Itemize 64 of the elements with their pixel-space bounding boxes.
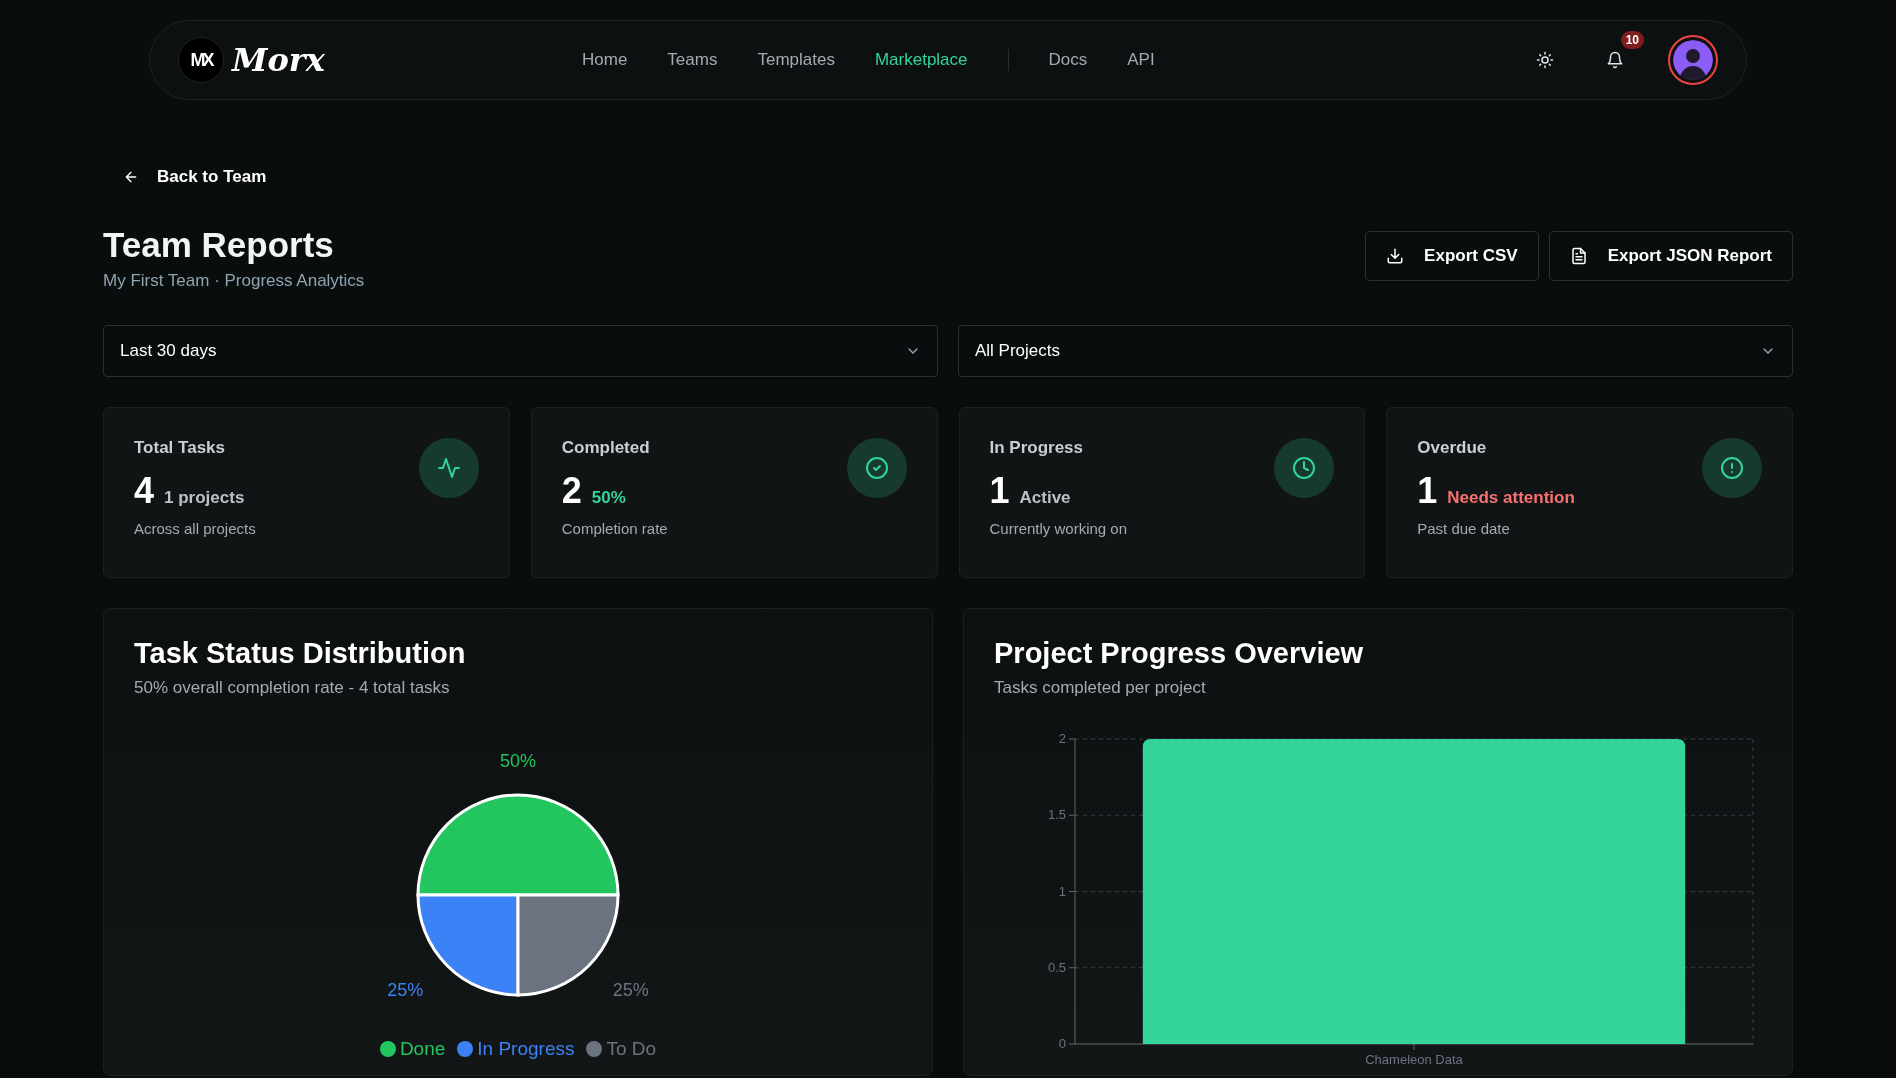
sun-icon [1536, 51, 1554, 69]
nav-link[interactable]: Marketplace [874, 50, 968, 70]
document-icon [1569, 247, 1588, 265]
dropdown[interactable]: Last 30 days [103, 325, 938, 377]
legend-dot [586, 1041, 603, 1057]
stat-note: 1 projects [164, 488, 245, 508]
stat-caption: Completion rate [561, 520, 668, 537]
legend-dot [457, 1041, 474, 1057]
y-tick: 0.5 [1047, 959, 1076, 975]
chart-title: Project Progress Overview [994, 637, 1365, 670]
download-icon [1386, 247, 1405, 265]
y-tick-label: 1.5 [1047, 807, 1066, 823]
legend-dot [379, 1041, 396, 1057]
legend-label: Done [399, 1038, 446, 1060]
nav-link[interactable]: Templates [757, 50, 835, 70]
back-link[interactable]: Back to Team [103, 157, 287, 197]
x-tick: Chameleon Data [1365, 1043, 1463, 1067]
y-tick-label: 0.5 [1047, 959, 1066, 975]
data-label: 50% [500, 751, 536, 771]
chart-subtitle: 50% overall completion rate - 4 total tasks [134, 678, 451, 698]
stat-caption: Across all projects [134, 520, 256, 537]
stat-caption: Past due date [1417, 520, 1511, 537]
nav-link[interactable]: Docs [1048, 50, 1088, 70]
bell-icon [1606, 51, 1624, 69]
logo-icon[interactable]: MX [178, 37, 224, 83]
export-button[interactable]: Export JSON Report [1548, 231, 1793, 281]
stat-note: 50% [591, 488, 626, 508]
data-label: 25% [387, 979, 424, 1000]
export-button[interactable]: Export CSV [1365, 231, 1539, 281]
page-title: Team Reports [103, 225, 335, 265]
nav-link[interactable]: Home [582, 50, 628, 70]
x-tick-label: Chameleon Data [1365, 1052, 1464, 1067]
stat-note: Needs attention [1447, 488, 1575, 508]
stat-label: Overdue [1417, 438, 1488, 458]
stat-value: 1 [989, 470, 1010, 512]
alert-icon [1702, 438, 1762, 498]
logo[interactable]: Morx [232, 41, 325, 79]
y-tick: 1.5 [1047, 807, 1076, 823]
y-tick-label: 0 [1058, 1036, 1066, 1051]
page-subtitle: My First Team · Progress Analytics [103, 271, 365, 291]
stat-value: 1 [1417, 470, 1438, 512]
stat-note: Active [1019, 488, 1071, 508]
stat-label: Total Tasks [134, 438, 226, 458]
notification-badge: 10 [1620, 31, 1644, 49]
nav-link[interactable]: API [1127, 50, 1155, 70]
stat-label: Completed [561, 438, 651, 458]
stat-caption: Currently working on [989, 520, 1128, 537]
dropdown[interactable]: All Projects [958, 325, 1793, 377]
avatar[interactable] [1668, 35, 1718, 85]
stat-value: 2 [561, 470, 582, 512]
arrow-left-icon [123, 169, 139, 185]
y-tick: 0 [1058, 1036, 1076, 1051]
data-label: 25% [612, 979, 649, 1000]
stat-value: 4 [134, 470, 155, 512]
y-tick-label: 2 [1058, 731, 1066, 746]
y-tick: 1 [1058, 883, 1076, 899]
legend-label: In Progress [477, 1038, 575, 1060]
nav-link[interactable]: Teams [667, 50, 718, 70]
chart-title: Task Status Distribution [134, 637, 467, 670]
chart-subtitle: Tasks completed per project [994, 678, 1207, 698]
legend-label: To Do [606, 1038, 657, 1060]
y-tick: 2 [1058, 731, 1076, 746]
y-tick-label: 1 [1058, 883, 1066, 899]
stat-label: In Progress [989, 438, 1085, 458]
